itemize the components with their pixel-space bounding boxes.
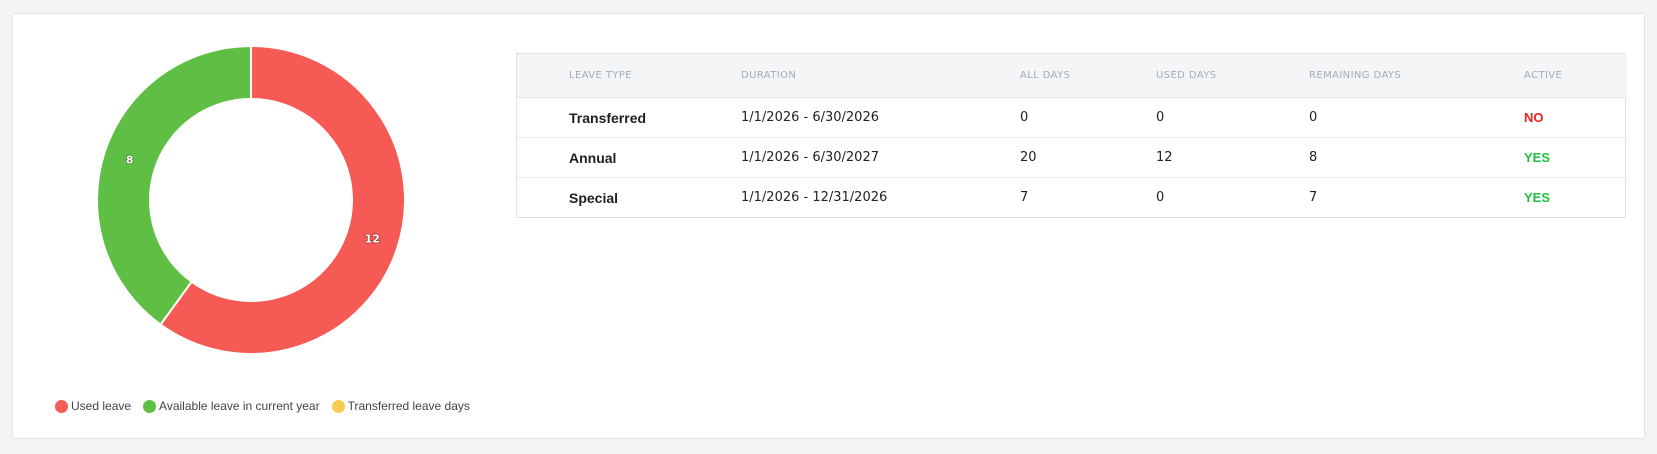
header-all-days: ALL DAYS [1020, 54, 1156, 98]
cell-remaining-days: 7 [1309, 177, 1524, 217]
cell-all-days: 7 [1020, 177, 1156, 217]
row-spacer [517, 137, 569, 178]
cell-active-status: NO [1524, 110, 1544, 125]
cell-remaining-days: 8 [1309, 137, 1524, 178]
table-row: Transferred 1/1/2026 - 6/30/2026 0 0 0 N… [517, 98, 1627, 138]
header-duration: DURATION [741, 54, 1020, 98]
legend-item-transferred-leave[interactable]: Transferred leave days [331, 399, 470, 413]
legend-dot-transferred-leave-icon [331, 399, 345, 413]
leave-donut-chart: 12 8 [96, 44, 406, 355]
chart-legend: Used leave Available leave in current ye… [55, 399, 482, 413]
legend-label: Transferred leave days [347, 399, 470, 413]
legend-dot-used-leave-icon [55, 399, 68, 413]
legend-dot-available-leave-icon [143, 399, 157, 413]
cell-leave-type: Annual [569, 137, 741, 178]
cell-duration: 1/1/2026 - 6/30/2026 [741, 110, 879, 125]
leave-table: LEAVE TYPE DURATION ALL DAYS USED DAYS R… [516, 53, 1627, 218]
donut-data-label: 8 [126, 154, 134, 167]
row-spacer [517, 98, 569, 138]
spacer-header [517, 54, 569, 98]
table-header-row: LEAVE TYPE DURATION ALL DAYS USED DAYS R… [517, 54, 1627, 98]
cell-duration: 1/1/2026 - 6/30/2027 [741, 137, 1020, 178]
donut-slice-available-leave-in-current-year[interactable] [96, 44, 252, 326]
cell-remaining-days: 0 [1309, 110, 1318, 125]
table-row: Annual 1/1/2026 - 6/30/2027 20 12 8 YES [517, 137, 1627, 178]
header-active: ACTIVE [1524, 54, 1627, 98]
header-leave-type: LEAVE TYPE [569, 54, 741, 98]
cell-all-days: 0 [1020, 110, 1029, 125]
cell-used-days: 0 [1156, 177, 1309, 217]
donut-data-label: 12 [365, 232, 380, 245]
legend-label: Used leave [71, 399, 132, 413]
cell-active-status: YES [1524, 177, 1627, 217]
legend-item-used-leave[interactable]: Used leave [55, 399, 131, 413]
cell-duration: 1/1/2026 - 12/31/2026 [741, 177, 1020, 217]
legend-item-available-leave[interactable]: Available leave in current year [143, 399, 320, 413]
row-spacer [517, 177, 569, 217]
cell-used-days: 12 [1156, 137, 1309, 178]
cell-all-days: 20 [1020, 137, 1156, 178]
cell-used-days: 0 [1156, 110, 1165, 125]
cell-leave-type: Special [569, 177, 741, 217]
legend-label: Available leave in current year [159, 399, 320, 413]
leave-summary-card: 12 8 Used leave Available leave in curren… [12, 13, 1645, 439]
header-remaining-days: REMAINING DAYS [1309, 54, 1524, 98]
header-used-days: USED DAYS [1156, 54, 1309, 98]
table-row: Special 1/1/2026 - 12/31/2026 7 0 7 YES [517, 177, 1627, 217]
cell-leave-type: Transferred [569, 109, 647, 126]
cell-active-status: YES [1524, 137, 1627, 178]
